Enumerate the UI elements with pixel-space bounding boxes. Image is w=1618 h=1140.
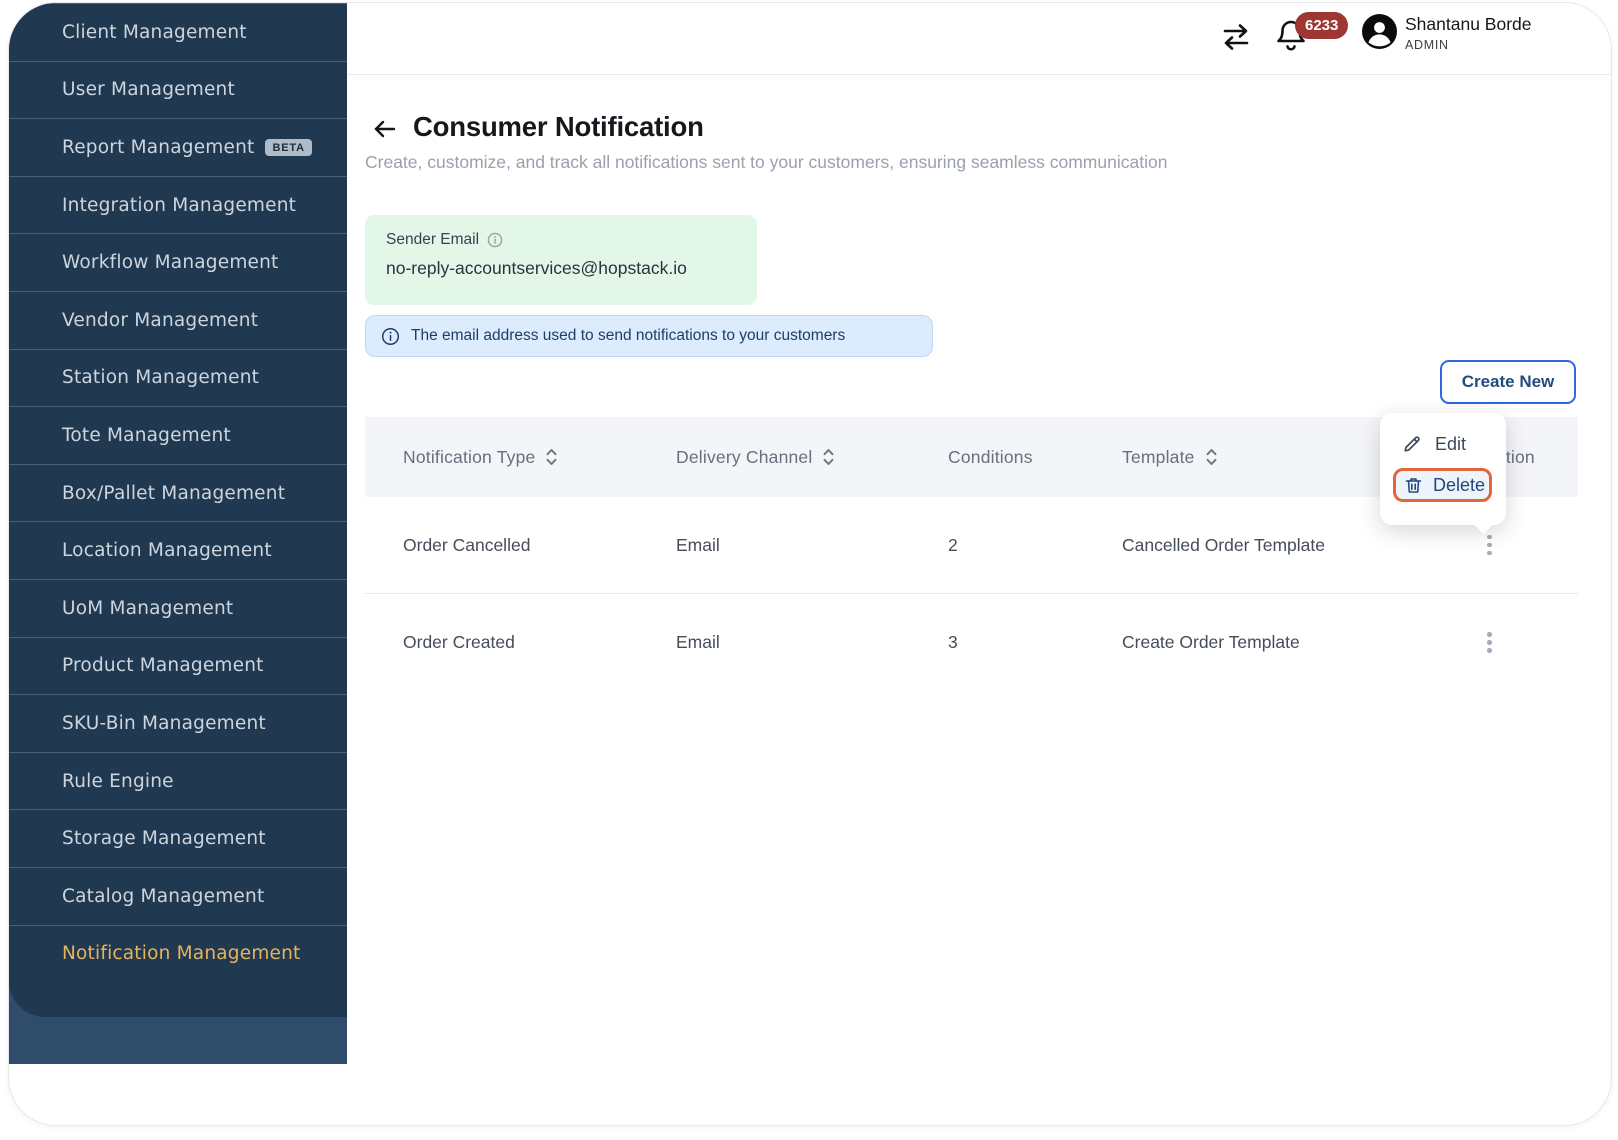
cell-notification-type: Order Created: [403, 632, 515, 652]
row-actions-menu: Edit Delete: [1380, 413, 1506, 535]
info-icon[interactable]: [487, 232, 503, 248]
cell-conditions: 2: [948, 534, 958, 555]
sidebar-item-tote-management[interactable]: Tote Management: [9, 406, 347, 464]
sidebar-item-user-management[interactable]: User Management: [9, 60, 347, 119]
beta-badge: BETA: [265, 138, 312, 156]
sidebar-item-location-management[interactable]: Location Management: [9, 521, 347, 579]
sidebar-item-label: Notification Management: [62, 943, 301, 965]
sidebar-item-sku-bin-management[interactable]: SKU-Bin Management: [9, 694, 347, 752]
sidebar: Client Management User Management Report…: [9, 3, 347, 1064]
menu-item-edit[interactable]: Edit: [1380, 425, 1506, 463]
sidebar-item-vendor-management[interactable]: Vendor Management: [9, 290, 347, 349]
sidebar-item-workflow-management[interactable]: Workflow Management: [9, 233, 347, 291]
app-window: Client Management User Management Report…: [8, 2, 1612, 1126]
sort-icon[interactable]: [545, 448, 558, 466]
trash-icon: [1405, 477, 1422, 493]
sidebar-item-notification-management[interactable]: Notification Management: [9, 924, 347, 983]
cell-template: Cancelled Order Template: [1122, 534, 1325, 555]
user-menu[interactable]: Shantanu Borde ADMIN: [1405, 14, 1532, 52]
sidebar-item-label: Client Management: [62, 21, 247, 43]
sidebar-item-label: Storage Management: [62, 828, 266, 850]
sidebar-item-uom-management[interactable]: UoM Management: [9, 578, 347, 637]
back-arrow-icon: [374, 120, 396, 138]
row-actions-kebab[interactable]: [1483, 626, 1496, 659]
sidebar-item-label: Catalog Management: [62, 885, 265, 907]
info-icon: [381, 327, 400, 345]
sidebar-item-label: Box/Pallet Management: [62, 482, 286, 504]
sidebar-item-storage-management[interactable]: Storage Management: [9, 809, 347, 867]
column-header-delivery-channel[interactable]: Delivery Channel: [638, 447, 910, 468]
back-button[interactable]: [371, 115, 399, 143]
sort-icon[interactable]: [1205, 448, 1218, 466]
sidebar-item-label: Station Management: [62, 367, 260, 389]
sidebar-item-label: SKU-Bin Management: [62, 712, 266, 734]
table-row: Order Created Email 3 Create Order Templ…: [365, 594, 1578, 691]
sidebar-item-integration-management[interactable]: Integration Management: [9, 175, 347, 234]
kebab-menu-icon: [1487, 632, 1492, 637]
sidebar-item-station-management[interactable]: Station Management: [9, 348, 347, 407]
sidebar-item-label: Workflow Management: [62, 252, 279, 274]
sidebar-item-rule-engine[interactable]: Rule Engine: [9, 751, 347, 810]
sort-icon[interactable]: [822, 448, 835, 466]
cell-delivery-channel: Email: [676, 534, 720, 555]
column-header-conditions: Conditions: [948, 446, 1033, 467]
sidebar-item-label: Product Management: [62, 655, 264, 677]
user-name: Shantanu Borde: [1405, 14, 1532, 34]
cell-template: Create Order Template: [1122, 632, 1300, 652]
sidebar-menu: Client Management User Management Report…: [9, 3, 347, 1017]
sidebar-item-report-management[interactable]: Report Management BETA: [9, 118, 347, 176]
user-role: ADMIN: [1405, 38, 1449, 52]
kebab-menu-icon: [1487, 534, 1492, 540]
notifications-button[interactable]: 6233: [1275, 12, 1351, 61]
create-new-button[interactable]: Create New: [1440, 360, 1576, 404]
cell-conditions: 3: [948, 632, 958, 652]
page-title: Consumer Notification: [413, 111, 704, 142]
sidebar-item-product-management[interactable]: Product Management: [9, 636, 347, 695]
sidebar-item-label: Location Management: [62, 540, 272, 562]
menu-item-delete[interactable]: Delete: [1393, 468, 1492, 502]
transfer-arrows-icon: [1223, 24, 1249, 50]
sidebar-item-box-pallet-management[interactable]: Box/Pallet Management: [9, 463, 347, 522]
sidebar-item-label: Tote Management: [62, 424, 231, 446]
notification-count-badge: 6233: [1295, 12, 1349, 39]
column-header-notification-type[interactable]: Notification Type: [365, 447, 638, 468]
user-avatar[interactable]: [1361, 13, 1398, 50]
info-banner: The email address used to send notificat…: [365, 315, 933, 357]
row-actions-kebab[interactable]: [1483, 529, 1496, 562]
sender-email-label: Sender Email: [386, 231, 480, 248]
sidebar-item-client-management[interactable]: Client Management: [9, 3, 347, 61]
info-banner-text: The email address used to send notificat…: [411, 327, 846, 344]
sender-email-panel: Sender Email no-reply-accountservices@ho…: [365, 215, 757, 305]
transfer-arrows-button[interactable]: [1219, 18, 1257, 56]
sender-email-value: no-reply-accountservices@hopstack.io: [386, 258, 687, 278]
sidebar-item-catalog-management[interactable]: Catalog Management: [9, 866, 347, 925]
sidebar-item-label: Vendor Management: [62, 309, 259, 331]
topbar: 6233 Shantanu Borde ADMIN: [347, 3, 1611, 75]
sidebar-item-label: Report Management: [62, 136, 255, 158]
page-subtitle: Create, customize, and track all notific…: [365, 152, 1168, 172]
cell-delivery-channel: Email: [676, 632, 720, 652]
cell-notification-type: Order Cancelled: [403, 534, 531, 555]
sidebar-item-label: UoM Management: [62, 597, 234, 619]
sidebar-item-label: Rule Engine: [62, 770, 174, 792]
sidebar-item-label: User Management: [62, 79, 235, 101]
pencil-icon: [1404, 436, 1420, 452]
sidebar-item-label: Integration Management: [62, 194, 297, 216]
